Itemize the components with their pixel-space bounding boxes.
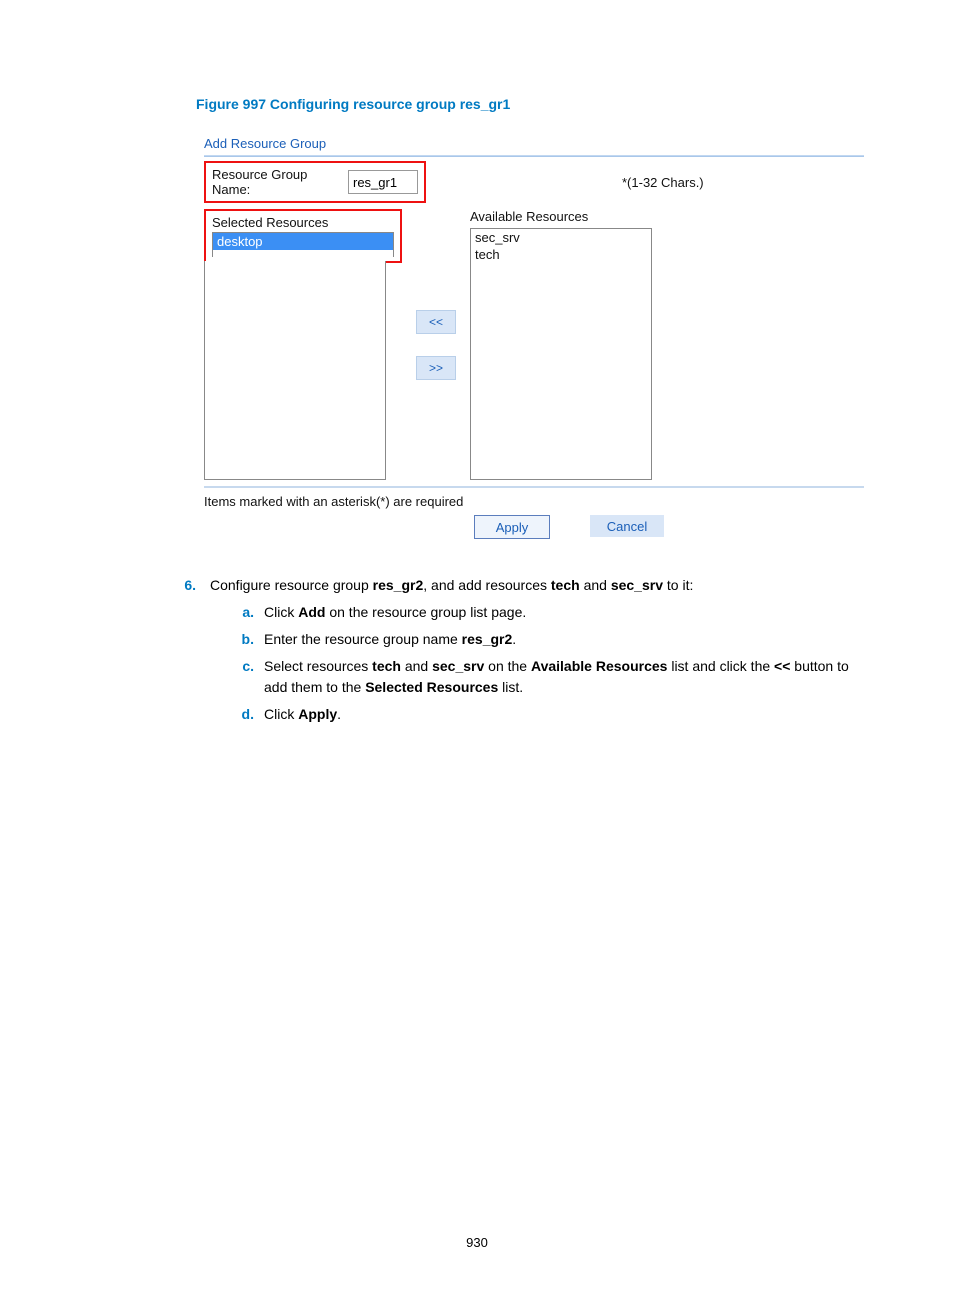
list-item[interactable]: desktop [213,233,393,250]
name-hint: *(1-32 Chars.) [622,175,704,190]
move-right-button[interactable]: >> [416,356,456,380]
available-listbox[interactable]: sec_srv tech [470,228,652,480]
substep-text: Click Add on the resource group list pag… [264,602,858,623]
apply-button[interactable]: Apply [474,515,550,539]
substep-number: a. [224,602,254,623]
selected-resources-label: Selected Resources [212,215,328,230]
figure-caption: Figure 997 Configuring resource group re… [196,96,858,112]
cancel-button[interactable]: Cancel [590,515,664,537]
move-left-button[interactable]: << [416,310,456,334]
divider [204,155,864,157]
step-text: Configure resource group res_gr2, and ad… [210,575,858,725]
screenshot-panel: Add Resource Group Resource Group Name: … [204,136,864,539]
panel-title: Add Resource Group [204,136,864,151]
substep-number: d. [224,704,254,725]
name-label: Resource Group Name: [212,167,338,197]
selected-listbox[interactable] [204,261,386,480]
list-item[interactable]: tech [471,246,651,263]
step-number: 6. [156,575,196,725]
substep-number: c. [224,656,254,698]
selected-listbox-top[interactable]: desktop [212,232,394,257]
available-resources-label: Available Resources [470,209,652,224]
substep-text: Enter the resource group name res_gr2. [264,629,858,650]
list-item[interactable]: sec_srv [471,229,651,246]
substep-text: Select resources tech and sec_srv on the… [264,656,858,698]
name-input[interactable] [348,170,418,194]
divider [204,486,864,488]
page-number: 930 [0,1235,954,1250]
substep-number: b. [224,629,254,650]
substep-text: Click Apply. [264,704,858,725]
required-note: Items marked with an asterisk(*) are req… [204,494,864,509]
